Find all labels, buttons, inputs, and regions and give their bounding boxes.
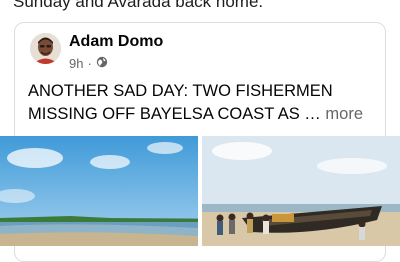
beach-shoreline-photo[interactable] <box>0 136 198 246</box>
intro-text: Sunday and Avarada back home. <box>13 0 264 11</box>
post-text: ANOTHER SAD DAY: TWO FISHERMEN MISSING O… <box>28 80 378 126</box>
post-body: ANOTHER SAD DAY: TWO FISHERMEN MISSING O… <box>28 82 333 123</box>
globe-icon <box>96 56 108 71</box>
meta-separator: · <box>87 56 92 71</box>
author-avatar[interactable] <box>30 33 61 64</box>
post-meta: 9h · <box>69 56 108 71</box>
fishermen-pushing-boat-photo[interactable] <box>202 136 400 246</box>
author-name[interactable]: Adam Domo <box>69 33 163 51</box>
post-time[interactable]: 9h <box>69 56 83 71</box>
see-more-link[interactable]: more <box>325 105 363 123</box>
